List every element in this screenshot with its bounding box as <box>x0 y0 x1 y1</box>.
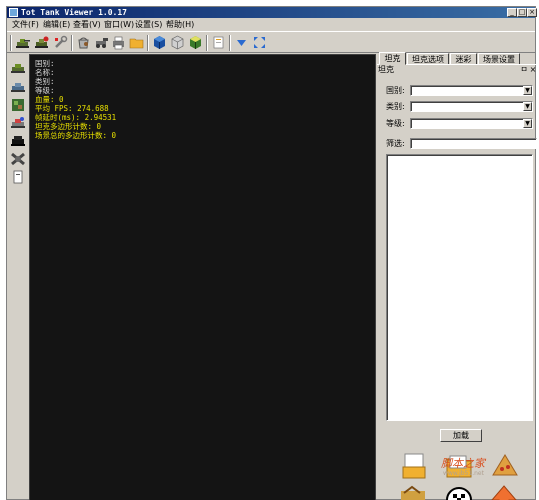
pin-icon[interactable]: ㅁ <box>520 65 528 75</box>
class-label: 类别: <box>386 102 405 111</box>
panel-header: 坦克 ㅁ × <box>377 64 537 75</box>
wrench-icon[interactable] <box>53 35 68 50</box>
maximize-button[interactable]: □ <box>517 8 527 17</box>
tank-red-icon[interactable] <box>34 35 49 50</box>
country-label: 国别: <box>386 86 405 95</box>
arrow-up-icon[interactable] <box>489 483 519 500</box>
window-title: Tot Tank Viewer 1.0.17 <box>21 8 127 17</box>
checkered-flag-icon[interactable] <box>444 485 474 500</box>
info-scene-poly: 场景总的多边形计数: 0 <box>35 131 117 140</box>
pizza-icon[interactable] <box>490 451 520 481</box>
left-toolbar <box>7 54 29 184</box>
bucket-icon[interactable] <box>76 35 91 50</box>
cube-green-icon[interactable] <box>188 35 203 50</box>
info-frame-time: 帧延时(ms): 2.94531 <box>35 113 117 122</box>
country-select[interactable]: ▼ <box>410 85 533 96</box>
country-row: 国别: ▼ <box>386 85 536 96</box>
tank-gray-icon[interactable] <box>10 150 26 166</box>
info-hp: 血量: 0 <box>35 95 64 104</box>
toolbar-separator <box>147 35 149 51</box>
menu-edit[interactable]: 编辑(E) <box>41 19 72 30</box>
fullscreen-icon[interactable] <box>252 35 267 50</box>
info-country: 国别: <box>35 59 55 68</box>
menu-bar: 文件(F) 编辑(E) 查看(V) 窗口(W) 设置(S) 帮助(H) <box>7 18 535 31</box>
menu-view[interactable]: 查看(V) <box>71 19 103 30</box>
page-icon[interactable] <box>211 35 226 50</box>
info-tank-poly: 坦克多边形计数: 0 <box>35 122 102 131</box>
tank-panel: 坦克 坦克选项 迷彩 场景设置 坦克 ㅁ × 国别: ▼ 类别: ▼ 等级: ▼… <box>377 47 537 500</box>
tank-black-icon[interactable] <box>10 132 26 148</box>
tank-green-icon[interactable] <box>10 59 26 75</box>
class-select[interactable]: ▼ <box>410 101 533 112</box>
tier-label: 等级: <box>386 119 405 128</box>
quick-actions: 脚本之家 www.jb51.net <box>377 445 537 500</box>
toolbar-separator <box>229 35 231 51</box>
info-name: 名称: <box>35 68 55 77</box>
arrow-down-icon[interactable] <box>234 35 249 50</box>
menu-help[interactable]: 帮助(H) <box>164 19 196 30</box>
tier-select[interactable]: ▼ <box>410 118 533 129</box>
tank-color-icon[interactable] <box>10 114 26 130</box>
watermark-text: 脚本之家 <box>441 457 485 470</box>
cube-wire-icon[interactable] <box>170 35 185 50</box>
chevron-down-icon[interactable]: ▼ <box>523 86 532 95</box>
watermark-url: www.jb51.net <box>443 470 484 477</box>
info-class: 类别: <box>35 77 55 86</box>
tank-icon[interactable] <box>15 35 30 50</box>
toolbar-separator <box>206 35 208 51</box>
tank-blue-icon[interactable] <box>10 78 26 94</box>
chevron-down-icon[interactable]: ▼ <box>523 119 532 128</box>
title-bar[interactable]: Tot Tank Viewer 1.0.17 _ □ × <box>7 7 537 18</box>
class-row: 类别: ▼ <box>386 101 536 112</box>
menu-window[interactable]: 窗口(W) <box>102 19 136 30</box>
close-button[interactable]: × <box>527 8 537 17</box>
filter-label: 筛选: <box>386 139 405 148</box>
app-icon <box>9 8 18 17</box>
info-fps: 平均 FPS: 274.688 <box>35 104 109 113</box>
tank-list[interactable] <box>386 154 533 421</box>
printer-icon[interactable] <box>111 35 126 50</box>
small-page-icon[interactable] <box>10 169 26 185</box>
toolbar-separator <box>10 35 12 51</box>
close-panel-icon[interactable]: × <box>529 65 537 75</box>
info-tier: 等级: <box>35 86 55 95</box>
tab-tank[interactable]: 坦克 <box>379 52 406 65</box>
panel-title: 坦克 <box>378 65 394 74</box>
3d-viewport[interactable]: 国别: 名称: 类别: 等级: 血量: 0 平均 FPS: 274.688 帧延… <box>29 54 376 500</box>
filter-row: 筛选: <box>386 138 537 149</box>
toolbar-separator <box>71 35 73 51</box>
document-icon[interactable] <box>400 451 430 481</box>
chevron-down-icon[interactable]: ▼ <box>523 102 532 111</box>
app-window: Tot Tank Viewer 1.0.17 _ □ × 文件(F) 编辑(E)… <box>6 6 537 500</box>
cannon-icon[interactable] <box>94 35 109 50</box>
map-icon[interactable] <box>10 97 26 113</box>
cube-blue-icon[interactable] <box>152 35 167 50</box>
paint-icon[interactable] <box>398 483 428 500</box>
filter-input[interactable] <box>410 138 537 149</box>
load-button[interactable]: 加载 <box>440 429 482 442</box>
menu-settings[interactable]: 设置(S) <box>133 19 164 30</box>
folder-icon[interactable] <box>129 35 144 50</box>
menu-file[interactable]: 文件(F) <box>10 19 41 30</box>
tier-row: 等级: ▼ <box>386 118 536 129</box>
minimize-button[interactable]: _ <box>507 8 517 17</box>
